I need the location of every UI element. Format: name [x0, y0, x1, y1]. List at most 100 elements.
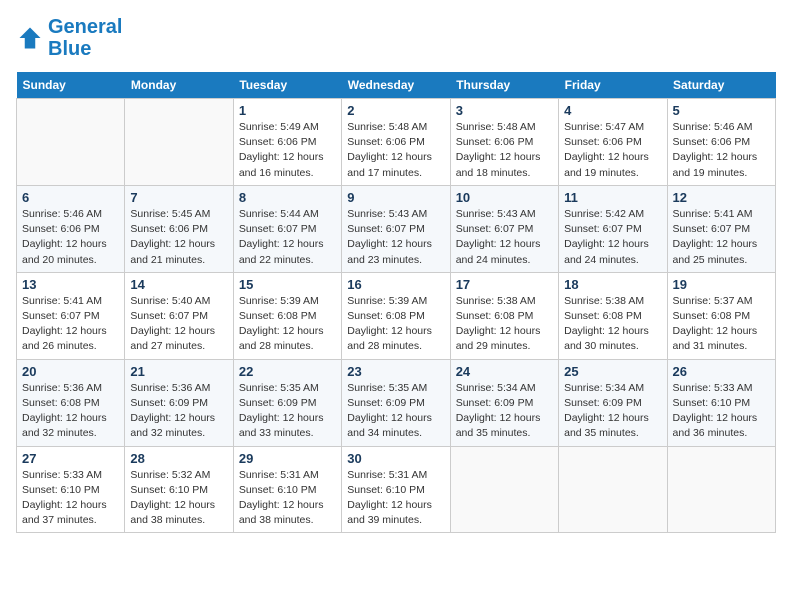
- day-number: 10: [456, 190, 553, 205]
- calendar-table: SundayMondayTuesdayWednesdayThursdayFrid…: [16, 72, 776, 533]
- day-header: Saturday: [667, 72, 775, 99]
- day-number: 8: [239, 190, 336, 205]
- day-header: Sunday: [17, 72, 125, 99]
- day-number: 2: [347, 103, 444, 118]
- day-number: 26: [673, 364, 770, 379]
- calendar-cell: 11 Sunrise: 5:42 AM Sunset: 6:07 PM Dayli…: [559, 185, 667, 272]
- logo-icon: [16, 24, 44, 52]
- day-info: Sunrise: 5:41 AM Sunset: 6:07 PM Dayligh…: [22, 294, 119, 355]
- day-info: Sunrise: 5:47 AM Sunset: 6:06 PM Dayligh…: [564, 120, 661, 181]
- calendar-cell: 18 Sunrise: 5:38 AM Sunset: 6:08 PM Dayli…: [559, 272, 667, 359]
- calendar-cell: 12 Sunrise: 5:41 AM Sunset: 6:07 PM Dayli…: [667, 185, 775, 272]
- day-number: 21: [130, 364, 227, 379]
- day-number: 18: [564, 277, 661, 292]
- day-number: 17: [456, 277, 553, 292]
- day-number: 15: [239, 277, 336, 292]
- calendar-cell: 10 Sunrise: 5:43 AM Sunset: 6:07 PM Dayli…: [450, 185, 558, 272]
- calendar-cell: 3 Sunrise: 5:48 AM Sunset: 6:06 PM Daylig…: [450, 99, 558, 186]
- day-number: 19: [673, 277, 770, 292]
- logo: General Blue: [16, 16, 122, 60]
- day-number: 5: [673, 103, 770, 118]
- calendar-cell: 7Sunrise: 5:45 AM Sunset: 6:06 PM Daylig…: [125, 185, 233, 272]
- calendar-cell: 26 Sunrise: 5:33 AM Sunset: 6:10 PM Dayli…: [667, 359, 775, 446]
- calendar-cell: 2 Sunrise: 5:48 AM Sunset: 6:06 PM Daylig…: [342, 99, 450, 186]
- day-number: 12: [673, 190, 770, 205]
- calendar-cell: 27 Sunrise: 5:33 AM Sunset: 6:10 PM Dayli…: [17, 446, 125, 533]
- day-info: Sunrise: 5:49 AM Sunset: 6:06 PM Dayligh…: [239, 120, 336, 181]
- calendar-week-row: 27 Sunrise: 5:33 AM Sunset: 6:10 PM Dayli…: [17, 446, 776, 533]
- calendar-cell: 28 Sunrise: 5:32 AM Sunset: 6:10 PM Dayli…: [125, 446, 233, 533]
- day-number: 3: [456, 103, 553, 118]
- calendar-cell: 15 Sunrise: 5:39 AM Sunset: 6:08 PM Dayli…: [233, 272, 341, 359]
- calendar-cell: 5Sunrise: 5:46 AM Sunset: 6:06 PM Daylig…: [667, 99, 775, 186]
- calendar-cell: [17, 99, 125, 186]
- day-number: 27: [22, 451, 119, 466]
- day-info: Sunrise: 5:38 AM Sunset: 6:08 PM Dayligh…: [456, 294, 553, 355]
- calendar-cell: 30 Sunrise: 5:31 AM Sunset: 6:10 PM Dayli…: [342, 446, 450, 533]
- day-info: Sunrise: 5:48 AM Sunset: 6:06 PM Dayligh…: [347, 120, 444, 181]
- day-info: Sunrise: 5:46 AM Sunset: 6:06 PM Dayligh…: [22, 207, 119, 268]
- day-info: Sunrise: 5:43 AM Sunset: 6:07 PM Dayligh…: [347, 207, 444, 268]
- day-info: Sunrise: 5:42 AM Sunset: 6:07 PM Dayligh…: [564, 207, 661, 268]
- day-info: Sunrise: 5:41 AM Sunset: 6:07 PM Dayligh…: [673, 207, 770, 268]
- day-header: Friday: [559, 72, 667, 99]
- day-info: Sunrise: 5:43 AM Sunset: 6:07 PM Dayligh…: [456, 207, 553, 268]
- day-info: Sunrise: 5:31 AM Sunset: 6:10 PM Dayligh…: [347, 468, 444, 529]
- day-number: 22: [239, 364, 336, 379]
- page-header: General Blue: [16, 16, 776, 60]
- day-info: Sunrise: 5:38 AM Sunset: 6:08 PM Dayligh…: [564, 294, 661, 355]
- day-info: Sunrise: 5:40 AM Sunset: 6:07 PM Dayligh…: [130, 294, 227, 355]
- calendar-week-row: 20 Sunrise: 5:36 AM Sunset: 6:08 PM Dayli…: [17, 359, 776, 446]
- calendar-cell: 13 Sunrise: 5:41 AM Sunset: 6:07 PM Dayli…: [17, 272, 125, 359]
- calendar-cell: 25 Sunrise: 5:34 AM Sunset: 6:09 PM Dayli…: [559, 359, 667, 446]
- day-number: 11: [564, 190, 661, 205]
- calendar-cell: [125, 99, 233, 186]
- calendar-week-row: 1 Sunrise: 5:49 AM Sunset: 6:06 PM Daylig…: [17, 99, 776, 186]
- calendar-cell: 21 Sunrise: 5:36 AM Sunset: 6:09 PM Dayli…: [125, 359, 233, 446]
- day-number: 9: [347, 190, 444, 205]
- calendar-body: 1 Sunrise: 5:49 AM Sunset: 6:06 PM Daylig…: [17, 99, 776, 533]
- day-header: Thursday: [450, 72, 558, 99]
- calendar-week-row: 13 Sunrise: 5:41 AM Sunset: 6:07 PM Dayli…: [17, 272, 776, 359]
- day-number: 13: [22, 277, 119, 292]
- day-info: Sunrise: 5:33 AM Sunset: 6:10 PM Dayligh…: [22, 468, 119, 529]
- day-info: Sunrise: 5:35 AM Sunset: 6:09 PM Dayligh…: [347, 381, 444, 442]
- calendar-cell: 16 Sunrise: 5:39 AM Sunset: 6:08 PM Dayli…: [342, 272, 450, 359]
- calendar-cell: 19 Sunrise: 5:37 AM Sunset: 6:08 PM Dayli…: [667, 272, 775, 359]
- day-info: Sunrise: 5:39 AM Sunset: 6:08 PM Dayligh…: [347, 294, 444, 355]
- day-info: Sunrise: 5:36 AM Sunset: 6:09 PM Dayligh…: [130, 381, 227, 442]
- day-info: Sunrise: 5:36 AM Sunset: 6:08 PM Dayligh…: [22, 381, 119, 442]
- day-info: Sunrise: 5:48 AM Sunset: 6:06 PM Dayligh…: [456, 120, 553, 181]
- day-number: 14: [130, 277, 227, 292]
- day-number: 4: [564, 103, 661, 118]
- calendar-cell: [559, 446, 667, 533]
- day-number: 30: [347, 451, 444, 466]
- day-number: 7: [130, 190, 227, 205]
- calendar-cell: 29Sunrise: 5:31 AM Sunset: 6:10 PM Dayli…: [233, 446, 341, 533]
- calendar-cell: 4 Sunrise: 5:47 AM Sunset: 6:06 PM Daylig…: [559, 99, 667, 186]
- day-number: 1: [239, 103, 336, 118]
- day-number: 23: [347, 364, 444, 379]
- day-number: 28: [130, 451, 227, 466]
- calendar-cell: [667, 446, 775, 533]
- day-info: Sunrise: 5:33 AM Sunset: 6:10 PM Dayligh…: [673, 381, 770, 442]
- day-number: 16: [347, 277, 444, 292]
- calendar-cell: 20 Sunrise: 5:36 AM Sunset: 6:08 PM Dayli…: [17, 359, 125, 446]
- day-info: Sunrise: 5:34 AM Sunset: 6:09 PM Dayligh…: [564, 381, 661, 442]
- calendar-week-row: 6Sunrise: 5:46 AM Sunset: 6:06 PM Daylig…: [17, 185, 776, 272]
- calendar-cell: 24Sunrise: 5:34 AM Sunset: 6:09 PM Dayli…: [450, 359, 558, 446]
- day-info: Sunrise: 5:39 AM Sunset: 6:08 PM Dayligh…: [239, 294, 336, 355]
- day-info: Sunrise: 5:31 AM Sunset: 6:10 PM Dayligh…: [239, 468, 336, 529]
- calendar-cell: 9 Sunrise: 5:43 AM Sunset: 6:07 PM Daylig…: [342, 185, 450, 272]
- calendar-cell: 14 Sunrise: 5:40 AM Sunset: 6:07 PM Dayli…: [125, 272, 233, 359]
- day-number: 20: [22, 364, 119, 379]
- day-info: Sunrise: 5:37 AM Sunset: 6:08 PM Dayligh…: [673, 294, 770, 355]
- calendar-cell: 23 Sunrise: 5:35 AM Sunset: 6:09 PM Dayli…: [342, 359, 450, 446]
- day-number: 25: [564, 364, 661, 379]
- day-info: Sunrise: 5:32 AM Sunset: 6:10 PM Dayligh…: [130, 468, 227, 529]
- day-info: Sunrise: 5:35 AM Sunset: 6:09 PM Dayligh…: [239, 381, 336, 442]
- calendar-cell: 22 Sunrise: 5:35 AM Sunset: 6:09 PM Dayli…: [233, 359, 341, 446]
- calendar-cell: 17 Sunrise: 5:38 AM Sunset: 6:08 PM Dayli…: [450, 272, 558, 359]
- day-header: Monday: [125, 72, 233, 99]
- calendar-cell: 1 Sunrise: 5:49 AM Sunset: 6:06 PM Daylig…: [233, 99, 341, 186]
